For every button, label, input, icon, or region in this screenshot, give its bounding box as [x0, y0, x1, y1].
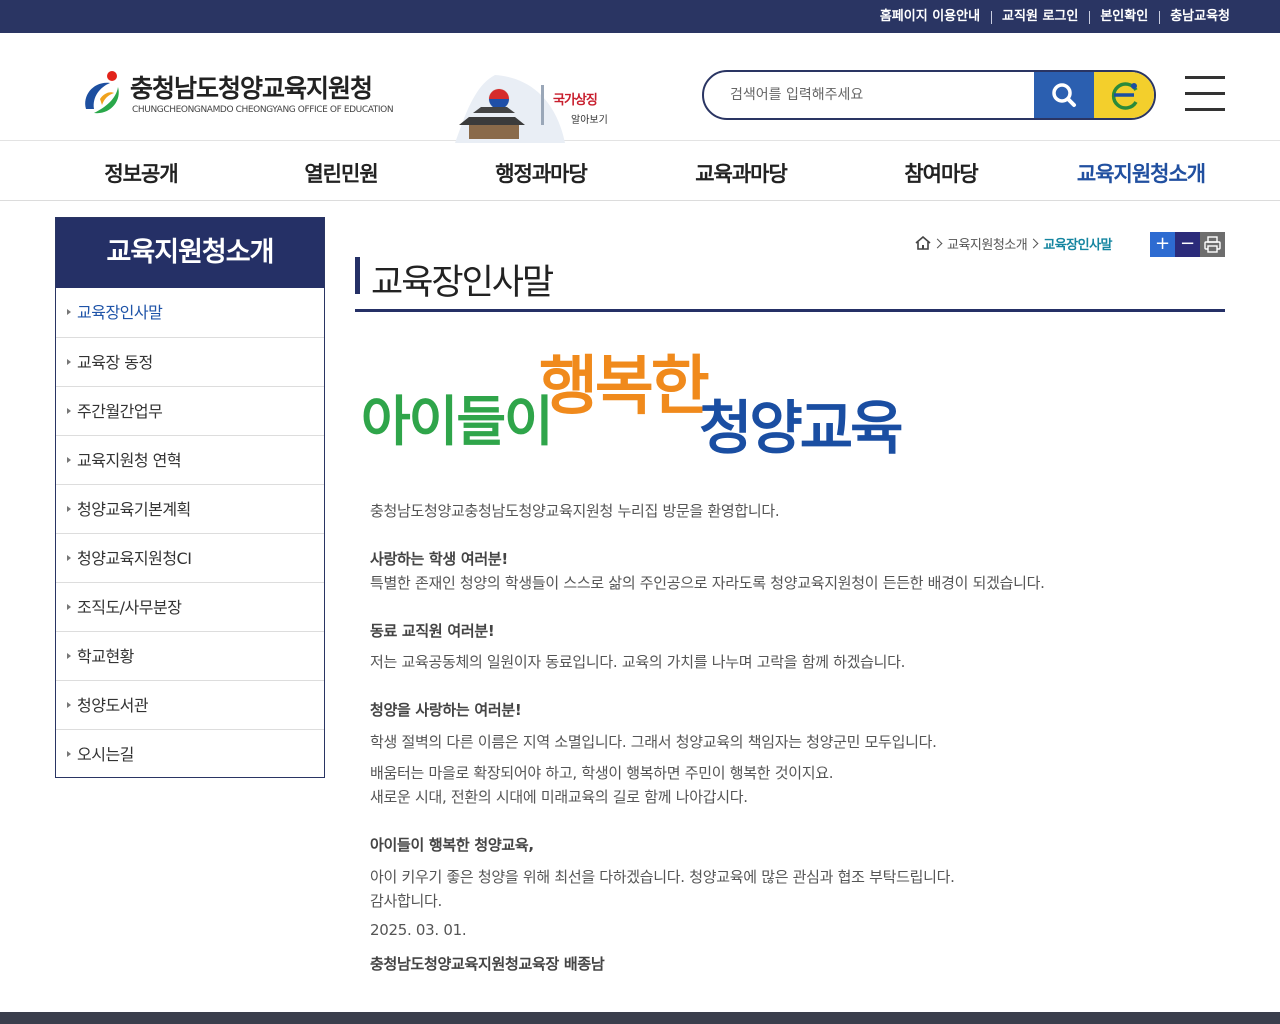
- menu-toggle-icon[interactable]: [1185, 76, 1225, 111]
- slogan-part2: 행복한: [539, 350, 709, 424]
- greeting-heading: 아이들이 행복한 청양교육,: [370, 836, 534, 854]
- side-item-basic-plan[interactable]: 청양교육기본계획: [56, 484, 324, 533]
- gnb-item-admin[interactable]: 행정과마당: [495, 158, 588, 188]
- side-item-history[interactable]: 교육지원청 연혁: [56, 435, 324, 484]
- breadcrumb: 교육지원청소개 교육장인사말: [915, 233, 1112, 253]
- chevron-right-icon: [1028, 238, 1039, 248]
- staff-login-link[interactable]: 교직원 로그인: [991, 9, 1089, 24]
- chevron-right-icon: [932, 238, 943, 248]
- greeting-heading: 청양을 사랑하는 여러분!: [370, 701, 522, 719]
- edu-search-button[interactable]: [1094, 72, 1154, 118]
- gnb-item-about[interactable]: 교육지원청소개: [1077, 158, 1206, 188]
- main-navigation: 정보공개 열린민원 행정과마당 교육과마당 참여마당 교육지원청소개: [0, 141, 1280, 201]
- greeting-date: 2025. 03. 01.: [370, 921, 467, 939]
- slogan-part1: 아이들이: [361, 390, 552, 453]
- greeting-line: 감사합니다.: [370, 892, 442, 910]
- side-navigation: 교육지원청소개 교육장인사말 교육장 동정 주간월간업무 교육지원청 연혁 청양…: [55, 217, 325, 778]
- gnb-item-open-civil[interactable]: 열린민원: [304, 158, 378, 188]
- greeting-line: 배움터는 마을로 확장되어야 하고, 학생이 행복하면 주민이 행복한 것이지요…: [370, 764, 834, 782]
- breadcrumb-current: 교육장인사말: [1043, 237, 1112, 253]
- side-item-directions[interactable]: 오시는길: [56, 729, 324, 778]
- side-item-activities[interactable]: 교육장 동정: [56, 337, 324, 386]
- gnb-item-participation[interactable]: 참여마당: [904, 158, 978, 188]
- side-item-library[interactable]: 청양도서관: [56, 680, 324, 729]
- greeting-line: 새로운 시대, 전환의 시대에 미래교육의 길로 함께 나아갑시다.: [370, 788, 748, 806]
- greeting-line: 충청남도청양교충청남도청양교육지원청 누리집 방문을 환영합니다.: [370, 502, 780, 520]
- side-item-schedule[interactable]: 주간월간업무: [56, 386, 324, 435]
- top-utility-bar: 홈페이지 이용안내 교직원 로그인 본인확인 충남교육청: [0, 0, 1280, 33]
- side-item-org-chart[interactable]: 조직도/사무분장: [56, 582, 324, 631]
- usage-guide-link[interactable]: 홈페이지 이용안내: [869, 9, 991, 24]
- home-icon[interactable]: [915, 236, 931, 250]
- edu-logo-icon: [1111, 82, 1138, 110]
- footer-bar: [0, 1012, 1280, 1024]
- slogan-image: 아이들이 행복한 청양교육: [361, 350, 905, 462]
- banner-title: 국가상징: [553, 93, 598, 108]
- site-logo[interactable]: 충청남도청양교육지원청 CHUNGCHEONGNAMDO CHEONGYANG …: [80, 69, 410, 119]
- slogan-part3: 청양교육: [699, 394, 902, 462]
- side-item-greeting[interactable]: 교육장인사말: [56, 288, 324, 337]
- identity-verify-link[interactable]: 본인확인: [1089, 9, 1159, 24]
- greeting-signature: 충청남도청양교육지원청교육장 배종남: [370, 955, 605, 973]
- breadcrumb-level1[interactable]: 교육지원청소개: [947, 234, 1028, 253]
- page-title: 교육장인사말: [371, 263, 554, 303]
- logo-mark-icon: [85, 71, 119, 114]
- side-item-ci[interactable]: 청양교육지원청CI: [56, 533, 324, 582]
- greeting-heading: 동료 교직원 여러분!: [370, 622, 495, 640]
- greeting-line: 특별한 존재인 청양의 학생들이 스스로 삶의 주인공으로 자라도록 청양교육지…: [370, 574, 1045, 592]
- page-title-area: 교육장인사말: [355, 254, 1225, 312]
- gnb-item-education[interactable]: 교육과마당: [695, 158, 788, 188]
- national-symbol-banner[interactable]: 국가상징 알아보기: [455, 75, 615, 143]
- side-nav-title: 교육지원청소개: [56, 218, 324, 288]
- side-item-schools[interactable]: 학교현황: [56, 631, 324, 680]
- gnb-item-info-disclosure[interactable]: 정보공개: [104, 158, 178, 188]
- site-header: 충청남도청양교육지원청 CHUNGCHEONGNAMDO CHEONGYANG …: [0, 33, 1280, 143]
- greeting-line: 저는 교육공동체의 일원이자 동료입니다. 교육의 가치를 나누며 고락을 함께…: [370, 653, 906, 671]
- search-input[interactable]: [730, 72, 1030, 118]
- greeting-line: 아이 키우기 좋은 청양을 위해 최선을 다하겠습니다. 청양교육에 많은 관심…: [370, 868, 955, 886]
- logo-name: 충청남도청양교육지원청: [130, 74, 373, 103]
- palace-flag-icon: [455, 75, 565, 143]
- utility-links: 홈페이지 이용안내 교직원 로그인 본인확인 충남교육청: [869, 0, 1230, 33]
- search-icon: [1052, 83, 1076, 107]
- chungnam-edu-link[interactable]: 충남교육청: [1159, 9, 1230, 24]
- banner-subtitle: 알아보기: [571, 115, 608, 126]
- greeting-line: 학생 절벽의 다른 이름은 지역 소멸입니다. 그래서 청양교육의 책임자는 청…: [370, 733, 937, 751]
- logo-english-name: CHUNGCHEONGNAMDO CHEONGYANG OFFICE OF ED…: [132, 105, 394, 115]
- search-button[interactable]: [1034, 72, 1094, 118]
- greeting-heading: 사랑하는 학생 여러분!: [370, 550, 508, 568]
- search-box: [702, 70, 1156, 120]
